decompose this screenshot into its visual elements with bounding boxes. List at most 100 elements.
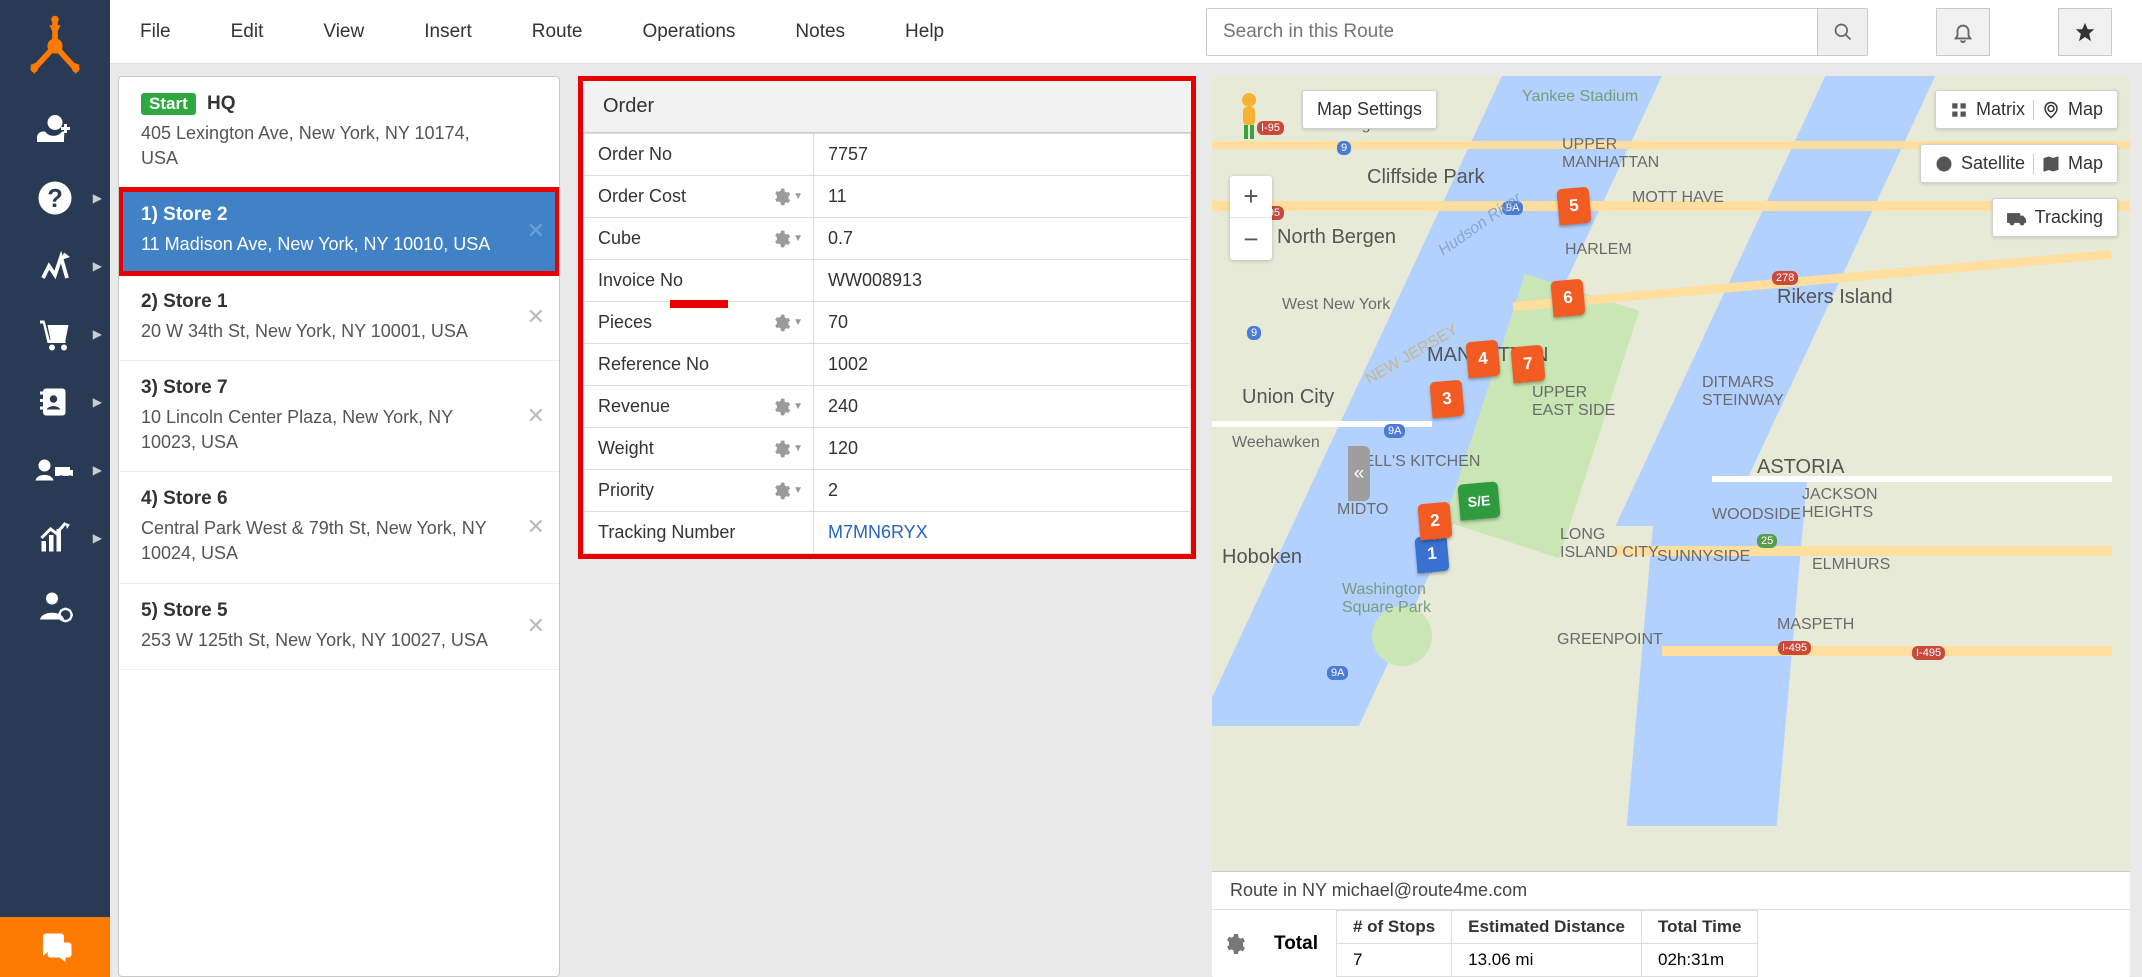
sidebar-item-add-user[interactable] [0,96,110,164]
order-field-value: 2 [814,470,1191,512]
chevron-right-icon: ▶ [93,259,102,273]
order-field-label: Priority▼ [584,470,814,512]
stop-title: 5) Store 5 [141,600,509,622]
stop-title: 1) Store 2 [141,204,509,226]
remove-stop-icon[interactable]: ✕ [527,403,545,429]
stop-address: 253 W 125th St, New York, NY 10027, USA [141,628,509,653]
remove-stop-icon[interactable]: ✕ [527,218,545,244]
sidebar-item-user-settings[interactable] [0,572,110,640]
map-marker-5[interactable]: 5 [1556,187,1591,226]
remove-stop-icon[interactable]: ✕ [527,613,545,639]
field-gear-icon[interactable]: ▼ [771,481,803,501]
order-field-value: 240 [814,386,1191,428]
map-layer-toggle[interactable]: Satellite Map [1920,144,2118,183]
remove-stop-icon[interactable]: ✕ [527,304,545,330]
collapse-panel-handle[interactable]: « [1348,446,1370,501]
map-marker-start-end[interactable]: S/E [1458,481,1501,520]
route-info-bar: Route in NY michael@route4me.com Total #… [1212,871,2130,977]
map-marker-7[interactable]: 7 [1510,345,1545,384]
menu-notes[interactable]: Notes [795,21,845,43]
map-view-toggle[interactable]: Matrix Map [1935,90,2118,129]
map-marker-4[interactable]: 4 [1465,340,1500,379]
order-panel: Order Order No7757Order Cost▼11Cube▼0.7I… [578,76,1196,977]
start-title: HQ [207,93,236,114]
route-stats-table: # of StopsEstimated DistanceTotal Time 7… [1336,910,1758,977]
order-field-value: 0.7 [814,218,1191,260]
start-stop[interactable]: Start HQ 405 Lexington Ave, New York, NY… [119,77,559,188]
order-field-value: 120 [814,428,1191,470]
pegman-icon[interactable] [1230,90,1268,145]
stop-item[interactable]: 4) Store 6 Central Park West & 79th St, N… [119,472,559,583]
stop-item[interactable]: 3) Store 710 Lincoln Center Plaza, New Y… [119,361,559,472]
map-marker-6[interactable]: 6 [1550,279,1585,318]
tracking-link[interactable]: M7MN6RYX [828,522,928,542]
stop-item[interactable]: 5) Store 5 253 W 125th St, New York, NY 1… [119,584,559,670]
sidebar-item-addressbook[interactable]: ▶ [0,368,110,436]
total-label: Total [1256,933,1336,955]
stop-item[interactable]: 1) Store 2 11 Madison Ave, New York, NY 1… [119,188,559,274]
menu-view[interactable]: View [323,21,364,43]
search-input[interactable] [1207,9,1817,55]
menu-insert[interactable]: Insert [424,21,472,43]
order-field-label: Tracking Number [584,512,814,554]
top-menu-bar: File Edit View Insert Route Operations N… [110,0,2142,64]
order-field-label: Order Cost▼ [584,176,814,218]
stop-title: 3) Store 7 [141,377,509,399]
stop-title: 4) Store 6 [141,488,509,510]
map-settings-button[interactable]: Map Settings [1302,90,1437,129]
sidebar-item-analytics[interactable]: ▶ [0,504,110,572]
order-field-value: M7MN6RYX [814,512,1191,554]
sidebar-item-orders[interactable]: ▶ [0,300,110,368]
order-field-label: Reference No [584,344,814,386]
map-marker-2[interactable]: 2 [1417,502,1452,541]
map-marker-3[interactable]: 3 [1429,380,1464,419]
field-gear-icon[interactable]: ▼ [771,439,803,459]
route-settings-gear[interactable] [1212,932,1256,956]
chevron-right-icon: ▶ [93,531,102,545]
field-gear-icon[interactable]: ▼ [771,229,803,249]
order-field-label: Cube▼ [584,218,814,260]
stop-address: Central Park West & 79th St, New York, N… [141,516,509,566]
stop-item[interactable]: 2) Store 1 20 W 34th St, New York, NY 100… [119,275,559,361]
chat-button[interactable] [0,917,110,977]
order-table: Order No7757Order Cost▼11Cube▼0.7Invoice… [583,133,1191,554]
stops-panel: Start HQ 405 Lexington Ave, New York, NY… [118,76,560,977]
order-field-value: WW008913 [814,260,1191,302]
notifications-button[interactable] [1936,8,1990,56]
chevron-right-icon: ▶ [93,395,102,409]
chevron-right-icon: ▶ [93,463,102,477]
field-gear-icon[interactable]: ▼ [771,313,803,333]
tracking-button[interactable]: Tracking [1992,198,2118,237]
order-box: Order Order No7757Order Cost▼11Cube▼0.7I… [578,76,1196,559]
menu-route[interactable]: Route [532,21,583,43]
search-box [1206,8,1868,56]
favorite-button[interactable] [2058,8,2112,56]
start-badge: Start [141,93,196,115]
order-field-label: Weight▼ [584,428,814,470]
order-field-value: 7757 [814,134,1191,176]
menu-operations[interactable]: Operations [642,21,735,43]
sidebar-item-routes[interactable]: ▶ [0,232,110,300]
stop-title: 2) Store 1 [141,291,509,313]
sidebar-item-help[interactable]: ?▶ [0,164,110,232]
app-logo [21,12,89,80]
sidebar-item-fleet[interactable]: ▶ [0,436,110,504]
field-gear-icon[interactable]: ▼ [771,397,803,417]
svg-text:?: ? [47,185,63,213]
order-field-value: 1002 [814,344,1191,386]
order-field-value: 11 [814,176,1191,218]
search-button[interactable] [1817,9,1867,55]
stop-address: 11 Madison Ave, New York, NY 10010, USA [141,232,509,257]
menu-edit[interactable]: Edit [231,21,264,43]
zoom-out-button[interactable]: − [1230,218,1272,260]
menu-file[interactable]: File [140,21,171,43]
order-field-value: 70 [814,302,1191,344]
map-panel[interactable]: I-95 I-95 278 I-495 I-495 9 9 9A 9A 9A 2… [1212,76,2130,977]
menu-help[interactable]: Help [905,21,944,43]
field-gear-icon[interactable]: ▼ [771,187,803,207]
left-sidebar: ?▶ ▶ ▶ ▶ ▶ ▶ [0,0,110,977]
zoom-in-button[interactable]: + [1230,176,1272,218]
stop-address: 20 W 34th St, New York, NY 10001, USA [141,319,509,344]
chevron-right-icon: ▶ [93,191,102,205]
remove-stop-icon[interactable]: ✕ [527,514,545,540]
